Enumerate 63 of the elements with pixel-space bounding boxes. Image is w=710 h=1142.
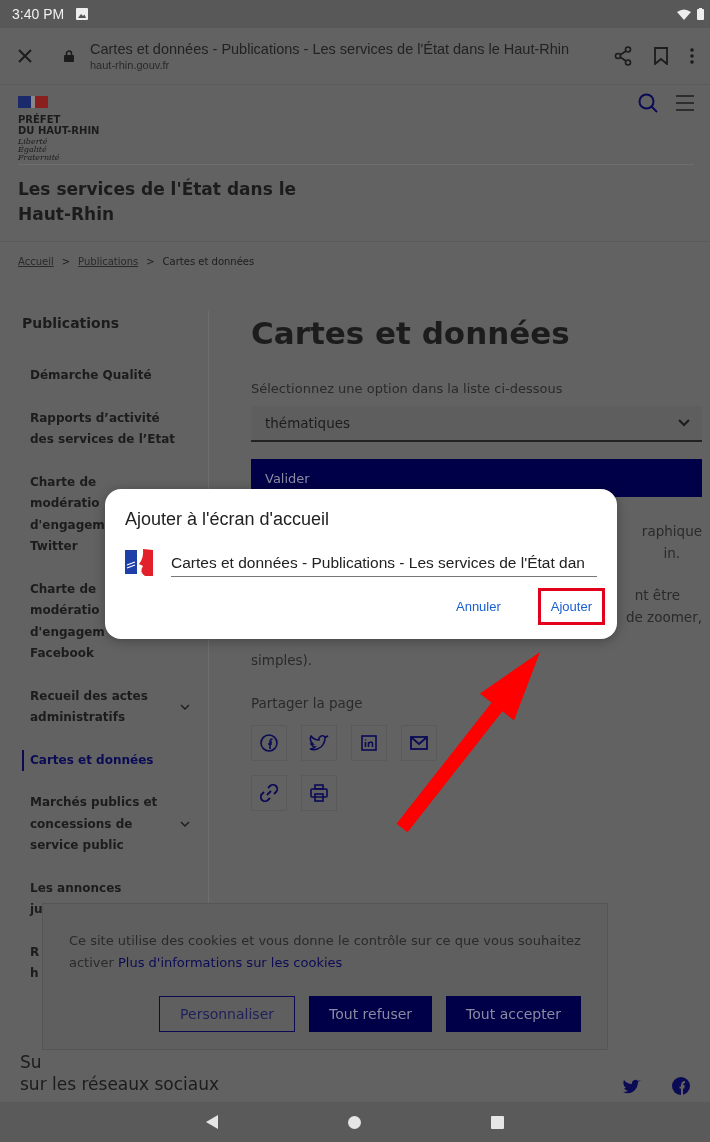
dialog-button[interactable]: Annuler xyxy=(443,588,514,625)
paragraph-fragment: raphique xyxy=(641,523,702,541)
close-icon[interactable] xyxy=(18,49,32,63)
paragraph-fragment: simples). xyxy=(251,651,313,670)
bookmark-icon[interactable] xyxy=(654,47,668,65)
cookie-info-link[interactable]: Plus d'informations sur les cookies xyxy=(118,955,343,970)
copy-link-button[interactable] xyxy=(251,775,287,811)
battery-icon xyxy=(697,8,704,20)
sidebar-title: Publications xyxy=(22,315,120,331)
dialog-title: Ajouter à l'écran d'accueil xyxy=(125,509,330,530)
site-title: Les services de l'État dans le Haut-Rhin xyxy=(0,165,710,242)
back-icon[interactable] xyxy=(206,1115,218,1129)
bird-icon xyxy=(309,734,329,752)
more-icon[interactable] xyxy=(690,48,694,64)
email-share-button[interactable] xyxy=(401,725,437,761)
breadcrumb-link[interactable]: Publications xyxy=(78,256,139,267)
select-label: Sélectionnez une option dans la liste ci-dessous xyxy=(251,381,564,396)
breadcrumb-link[interactable]: Accueil xyxy=(18,256,54,267)
sidebar-item[interactable]: Marchés publics et concessions de service public xyxy=(22,792,190,857)
facebook-icon xyxy=(260,734,278,752)
linkedin-share-button[interactable] xyxy=(351,725,387,761)
facebook-icon[interactable] xyxy=(672,1077,690,1095)
page-title: Cartes et données - Publications - Les services de l'État dans le Haut-Rhin xyxy=(90,41,571,57)
image-icon xyxy=(76,8,89,20)
envelope-icon xyxy=(410,736,428,750)
chevron-down-icon xyxy=(678,419,690,427)
home-icon[interactable] xyxy=(348,1115,361,1129)
dialog-button[interactable]: Ajouter xyxy=(537,588,605,625)
breadcrumb-current: Cartes et données xyxy=(162,256,255,267)
menu-icon[interactable] xyxy=(676,95,694,111)
status-time: 3:40 PM xyxy=(12,6,65,22)
sidebar-item[interactable]: Recueil des actes administratifs xyxy=(22,685,190,729)
print-button[interactable] xyxy=(301,775,337,811)
wifi-icon xyxy=(677,8,691,20)
sidebar-item[interactable]: Démarche Qualité xyxy=(22,365,190,387)
facebook-share-button[interactable] xyxy=(251,725,287,761)
linkedin-icon xyxy=(361,735,377,751)
social-heading: Su sur les réseaux sociaux xyxy=(20,1051,221,1095)
twitter-icon[interactable] xyxy=(622,1079,642,1095)
cookie-button[interactable]: Personnaliser xyxy=(159,996,296,1032)
paragraph-fragment: nt être xyxy=(634,587,680,605)
share-label: Partager la page xyxy=(251,695,364,711)
paragraph-fragment: de zoomer, xyxy=(625,608,702,627)
share-icon[interactable] xyxy=(614,46,632,66)
printer-icon xyxy=(310,784,328,802)
theme-select[interactable]: thématiques xyxy=(251,406,702,442)
search-icon[interactable] xyxy=(638,93,658,113)
page-heading: Cartes et données xyxy=(251,315,571,351)
motto-text: Liberté Égalité Fraternité xyxy=(18,138,61,162)
link-icon xyxy=(260,784,278,802)
paragraph-fragment: in. xyxy=(663,544,680,563)
page-url: haut-rhin.gouv.fr xyxy=(90,59,171,71)
twitter-share-button[interactable] xyxy=(301,725,337,761)
recents-icon[interactable] xyxy=(491,1115,504,1129)
sidebar-item[interactable]: Rapports d’activité des services de l’Etat xyxy=(22,407,190,451)
sidebar-item[interactable]: Cartes et données xyxy=(22,749,190,771)
cookie-button[interactable]: Tout accepter xyxy=(446,996,581,1032)
flag-icon xyxy=(18,96,48,108)
breadcrumb-separator: > xyxy=(146,256,155,267)
breadcrumb-separator: > xyxy=(61,256,71,267)
cookie-button[interactable]: Tout refuser xyxy=(309,996,433,1032)
prefecture-name: PRÉFET DU HAUT-RHIN xyxy=(18,114,101,136)
lock-icon xyxy=(64,50,74,62)
